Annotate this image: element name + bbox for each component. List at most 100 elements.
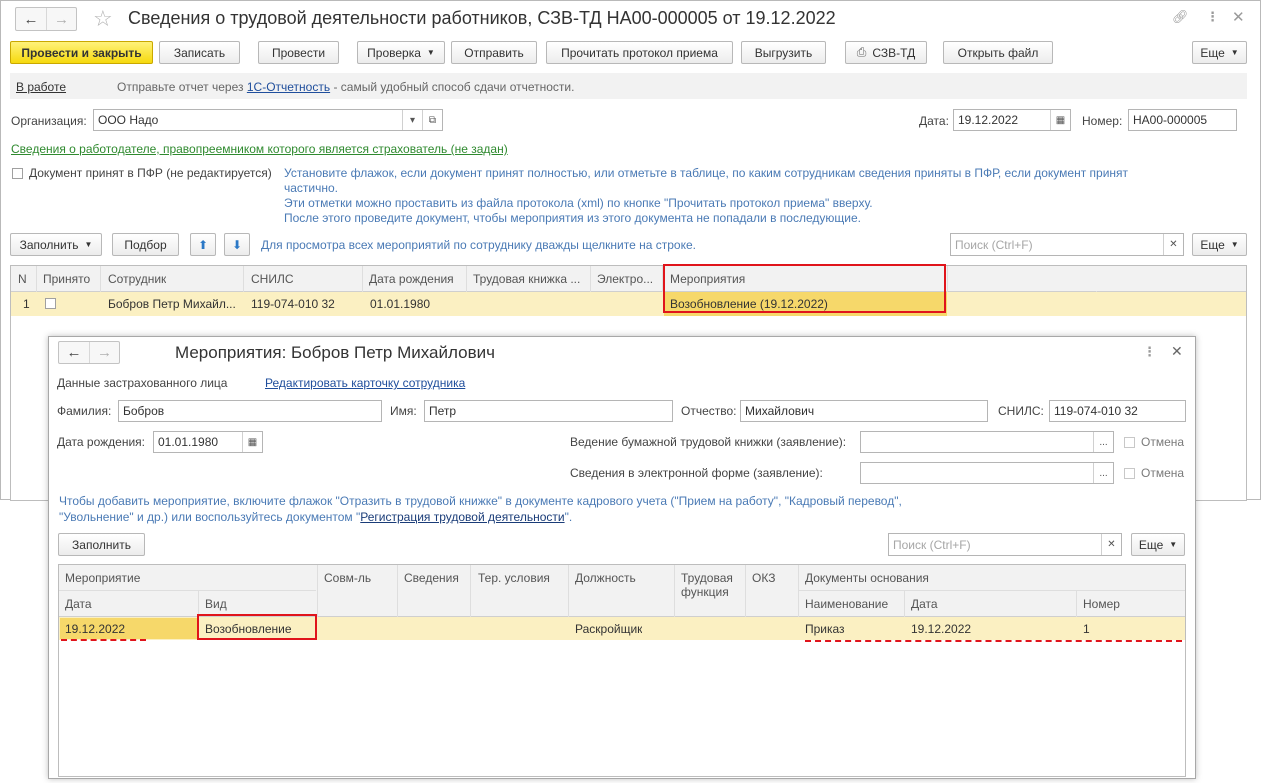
org-field[interactable]: ООО Надо ▾ ⧉ bbox=[93, 109, 443, 131]
nav-buttons: ← → bbox=[15, 7, 77, 31]
surname-field[interactable]: Бобров bbox=[118, 400, 382, 422]
col-labor-book[interactable]: Трудовая книжка ... bbox=[473, 272, 588, 286]
clear-search-icon[interactable]: ✕ bbox=[1163, 234, 1183, 255]
col-n[interactable]: N bbox=[18, 272, 27, 286]
dialog-search-input[interactable]: Поиск (Ctrl+F) ✕ bbox=[888, 533, 1122, 556]
col-doc-name[interactable]: Наименование bbox=[805, 597, 888, 611]
col-position[interactable]: Должность bbox=[575, 571, 636, 585]
electronic-field[interactable]: ... bbox=[860, 462, 1114, 484]
save-button[interactable]: Записать bbox=[159, 41, 240, 64]
more-button[interactable]: Еще ▼ bbox=[1192, 41, 1247, 64]
send-button[interactable]: Отправить bbox=[451, 41, 537, 64]
chevron-down-icon: ▼ bbox=[84, 240, 93, 249]
upload-button[interactable]: Выгрузить bbox=[741, 41, 826, 64]
move-down-arrow-icon[interactable]: ⬇ bbox=[224, 233, 250, 256]
birth-date-field[interactable]: 01.01.1980 ▦ bbox=[153, 431, 263, 453]
col-event-date[interactable]: Дата bbox=[65, 597, 92, 611]
col-accepted[interactable]: Принято bbox=[43, 272, 90, 286]
print-szv-td-button[interactable]: ⎙ СЗВ-ТД bbox=[845, 41, 927, 64]
date-value: 19.12.2022 bbox=[958, 113, 1019, 127]
col-doc-num[interactable]: Номер bbox=[1083, 597, 1120, 611]
paper-book-field[interactable]: ... bbox=[860, 431, 1114, 453]
paper-book-cancel-checkbox[interactable] bbox=[1124, 437, 1135, 448]
col-labor-function[interactable]: Трудовая функция bbox=[681, 571, 741, 599]
table-more-label: Еще bbox=[1200, 237, 1225, 252]
patronymic-label: Отчество: bbox=[681, 404, 737, 418]
hint-line-1: Установите флажок, если документ принят … bbox=[284, 166, 1129, 180]
paper-book-cancel-label: Отмена bbox=[1141, 435, 1185, 449]
check-dropdown-button[interactable]: Проверка ▼ bbox=[357, 41, 445, 64]
col-terr-conditions[interactable]: Тер. условия bbox=[478, 571, 550, 585]
dropdown-arrow-icon[interactable]: ▾ bbox=[402, 110, 422, 130]
successor-link[interactable]: Сведения о работодателе, правопреемником… bbox=[11, 142, 508, 156]
back-arrow-icon[interactable]: ← bbox=[59, 342, 89, 363]
dialog-fill-button[interactable]: Заполнить bbox=[58, 533, 145, 556]
status-link[interactable]: В работе bbox=[16, 80, 66, 94]
col-employee[interactable]: Сотрудник bbox=[108, 272, 166, 286]
reporting-link[interactable]: 1С-Отчетность bbox=[247, 80, 330, 94]
name-field[interactable]: Петр bbox=[424, 400, 673, 422]
more-vertical-icon[interactable]: ⋮ bbox=[1143, 344, 1156, 360]
col-group-docs[interactable]: Документы основания bbox=[805, 571, 929, 585]
dialog-hint-line-2: "Увольнение" и др.) или воспользуйтесь д… bbox=[59, 510, 572, 524]
chevron-down-icon: ▼ bbox=[1230, 48, 1239, 57]
electronic-cancel-checkbox[interactable] bbox=[1124, 468, 1135, 479]
more-label: Еще bbox=[1200, 45, 1225, 60]
birth-date-label: Дата рождения: bbox=[57, 435, 145, 449]
select-button[interactable]: Подбор bbox=[112, 233, 179, 256]
patronymic-field[interactable]: Михайлович bbox=[740, 400, 988, 422]
col-doc-date[interactable]: Дата bbox=[911, 597, 938, 611]
move-up-arrow-icon[interactable]: ⬆ bbox=[190, 233, 216, 256]
date-field[interactable]: 19.12.2022 ▦ bbox=[953, 109, 1071, 131]
forward-arrow-icon[interactable]: → bbox=[46, 8, 76, 30]
birth-date-value: 01.01.1980 bbox=[158, 435, 219, 449]
favorite-star-icon[interactable]: ☆ bbox=[93, 6, 113, 32]
fill-dropdown-button[interactable]: Заполнить ▼ bbox=[10, 233, 102, 256]
cell-n: 1 bbox=[23, 297, 30, 311]
col-birth[interactable]: Дата рождения bbox=[369, 272, 454, 286]
dialog-title: Мероприятия: Бобров Петр Михайлович bbox=[175, 343, 495, 362]
col-info[interactable]: Сведения bbox=[404, 571, 459, 585]
highlight-kind-cell bbox=[197, 614, 317, 640]
edit-employee-card-link[interactable]: Редактировать карточку сотрудника bbox=[265, 376, 465, 390]
chevron-down-icon: ▼ bbox=[1169, 540, 1178, 549]
select-ellipsis-icon[interactable]: ... bbox=[1093, 463, 1113, 483]
cell-position: Раскройщик bbox=[575, 622, 643, 636]
link-icon[interactable]: 🔗︎ bbox=[1172, 9, 1189, 25]
number-field[interactable]: НА00-000005 bbox=[1128, 109, 1237, 131]
col-group-event[interactable]: Мероприятие bbox=[65, 571, 140, 585]
back-arrow-icon[interactable]: ← bbox=[16, 8, 46, 30]
electronic-cancel-label: Отмена bbox=[1141, 466, 1185, 480]
calendar-icon[interactable]: ▦ bbox=[1050, 110, 1070, 130]
post-and-close-button[interactable]: Провести и закрыть bbox=[10, 41, 153, 64]
col-electronic[interactable]: Электро... bbox=[597, 272, 659, 286]
post-button[interactable]: Провести bbox=[258, 41, 339, 64]
dialog-more-button[interactable]: Еще ▼ bbox=[1131, 533, 1185, 556]
forward-arrow-icon[interactable]: → bbox=[89, 342, 119, 363]
select-ellipsis-icon[interactable]: ... bbox=[1093, 432, 1113, 452]
fill-label: Заполнить bbox=[19, 237, 79, 252]
open-file-button[interactable]: Открыть файл bbox=[943, 41, 1053, 64]
more-vertical-icon[interactable]: ⋮ bbox=[1206, 9, 1219, 25]
col-combo[interactable]: Совм-ль bbox=[324, 571, 371, 585]
print-label: СЗВ-ТД bbox=[872, 45, 916, 60]
calendar-icon[interactable]: ▦ bbox=[242, 432, 262, 452]
table-hint: Для просмотра всех мероприятий по сотруд… bbox=[261, 238, 696, 252]
cell-snils: 119-074-010 32 bbox=[251, 297, 335, 311]
open-icon[interactable]: ⧉ bbox=[422, 110, 442, 130]
table-more-button[interactable]: Еще ▼ bbox=[1192, 233, 1247, 256]
row-accepted-checkbox[interactable] bbox=[45, 298, 56, 309]
col-okz[interactable]: ОКЗ bbox=[752, 571, 775, 585]
registration-doc-link[interactable]: Регистрация трудовой деятельности bbox=[360, 510, 564, 524]
close-icon[interactable]: ✕ bbox=[1171, 343, 1183, 360]
accepted-checkbox[interactable] bbox=[12, 168, 23, 179]
electronic-label: Сведения в электронной форме (заявление)… bbox=[570, 466, 823, 480]
close-icon[interactable]: ✕ bbox=[1232, 8, 1245, 26]
col-event-kind[interactable]: Вид bbox=[205, 597, 227, 611]
org-label: Организация: bbox=[11, 114, 87, 128]
col-snils[interactable]: СНИЛС bbox=[251, 272, 294, 286]
search-input[interactable]: Поиск (Ctrl+F) ✕ bbox=[950, 233, 1184, 256]
read-protocol-button[interactable]: Прочитать протокол приема bbox=[546, 41, 733, 64]
snils-field[interactable]: 119-074-010 32 bbox=[1049, 400, 1186, 422]
clear-search-icon[interactable]: ✕ bbox=[1101, 534, 1121, 555]
